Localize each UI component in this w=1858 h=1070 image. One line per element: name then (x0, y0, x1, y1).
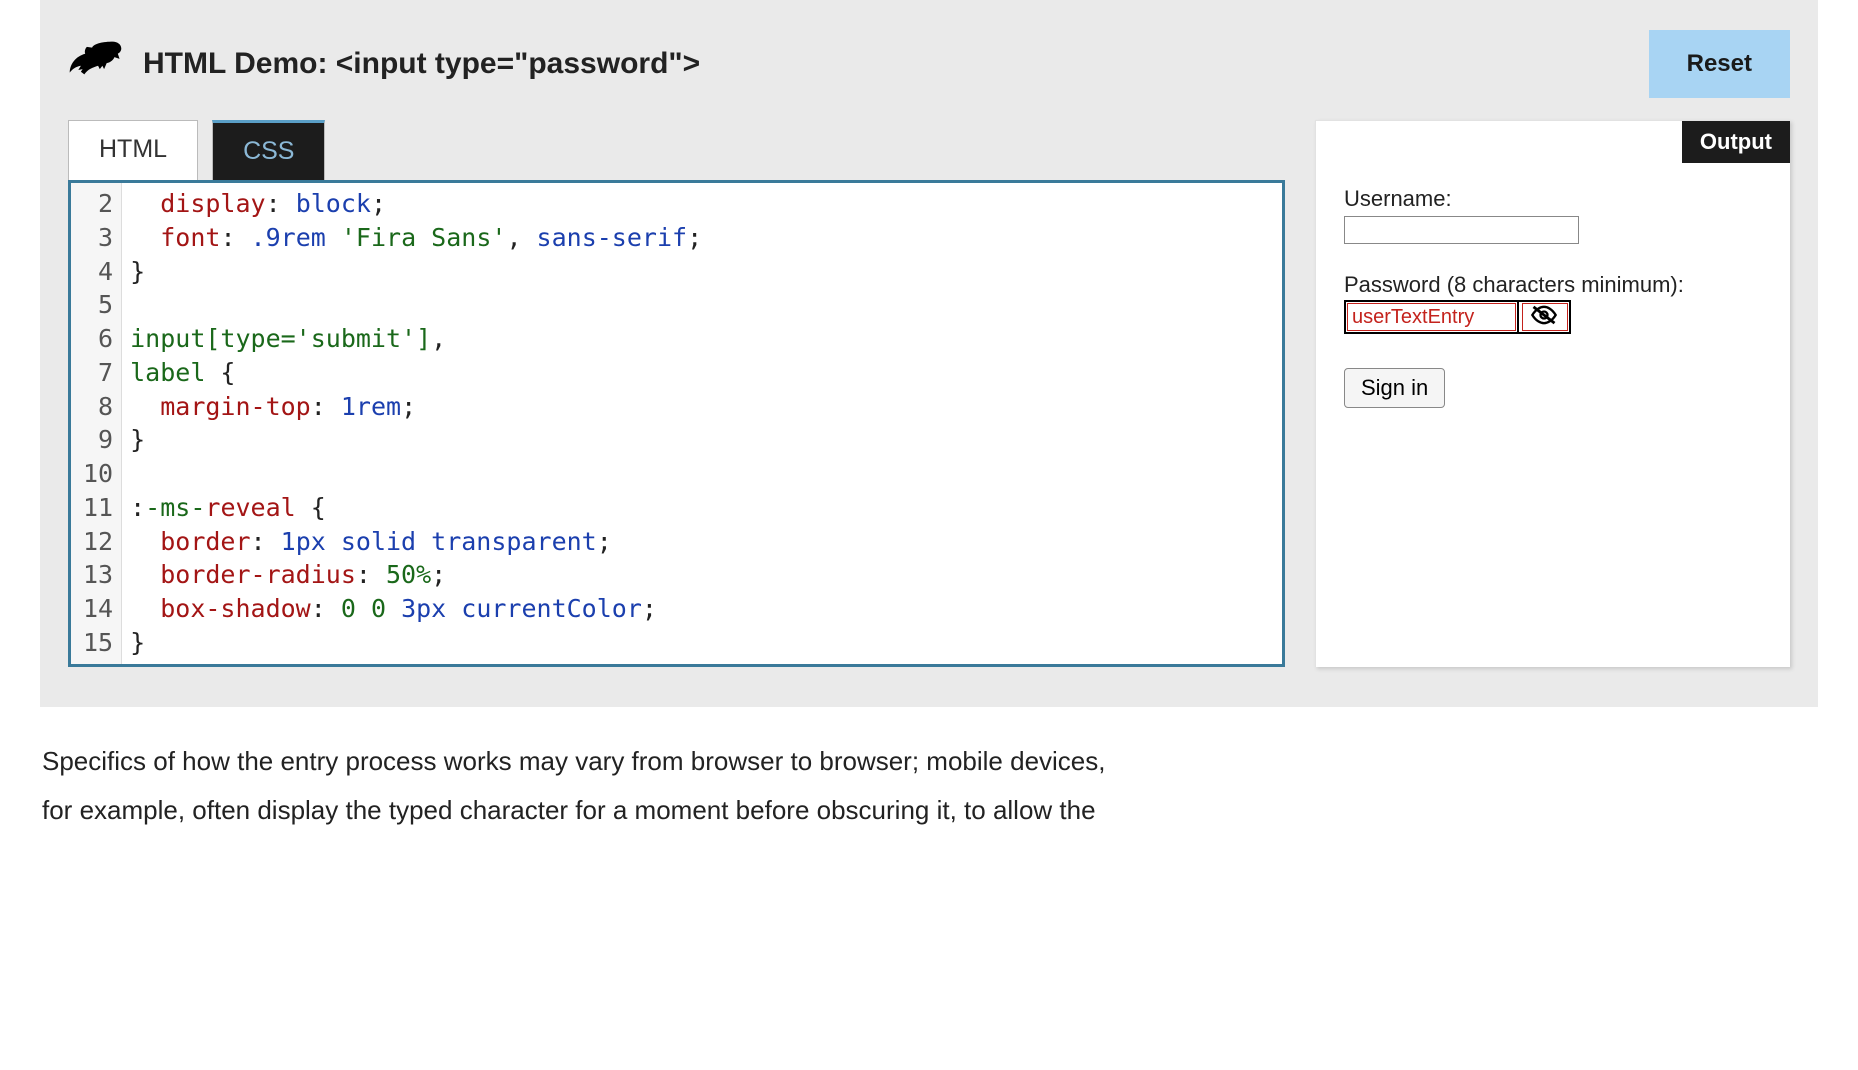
tab-css[interactable]: CSS (212, 120, 325, 180)
signin-button[interactable]: Sign in (1344, 368, 1445, 408)
demo-container: HTML Demo: <input type="password"> Reset… (40, 0, 1818, 707)
code-content[interactable]: display: block; font: .9rem 'Fira Sans',… (122, 183, 1282, 664)
article-text-line-1: Specifics of how the entry process works… (40, 737, 1818, 786)
code-editor[interactable]: 23456789101112131415 display: block; fon… (68, 180, 1285, 667)
reset-button[interactable]: Reset (1649, 30, 1790, 98)
password-label: Password (8 characters minimum): (1344, 272, 1762, 298)
eye-slash-icon (1530, 304, 1558, 331)
output-panel-label: Output (1682, 121, 1790, 163)
password-input[interactable] (1344, 300, 1519, 334)
editor-tabs: HTML CSS (68, 120, 1285, 180)
username-label: Username: (1344, 186, 1762, 212)
dino-icon (68, 39, 123, 89)
article-text-line-2: for example, often display the typed cha… (40, 786, 1818, 835)
tab-html[interactable]: HTML (68, 120, 198, 180)
password-reveal-button[interactable] (1519, 300, 1571, 334)
demo-title: HTML Demo: <input type="password"> (143, 47, 700, 81)
output-panel: Output Username: Password (8 characters … (1315, 120, 1790, 667)
line-gutter: 23456789101112131415 (71, 183, 122, 664)
username-input[interactable] (1344, 216, 1579, 244)
